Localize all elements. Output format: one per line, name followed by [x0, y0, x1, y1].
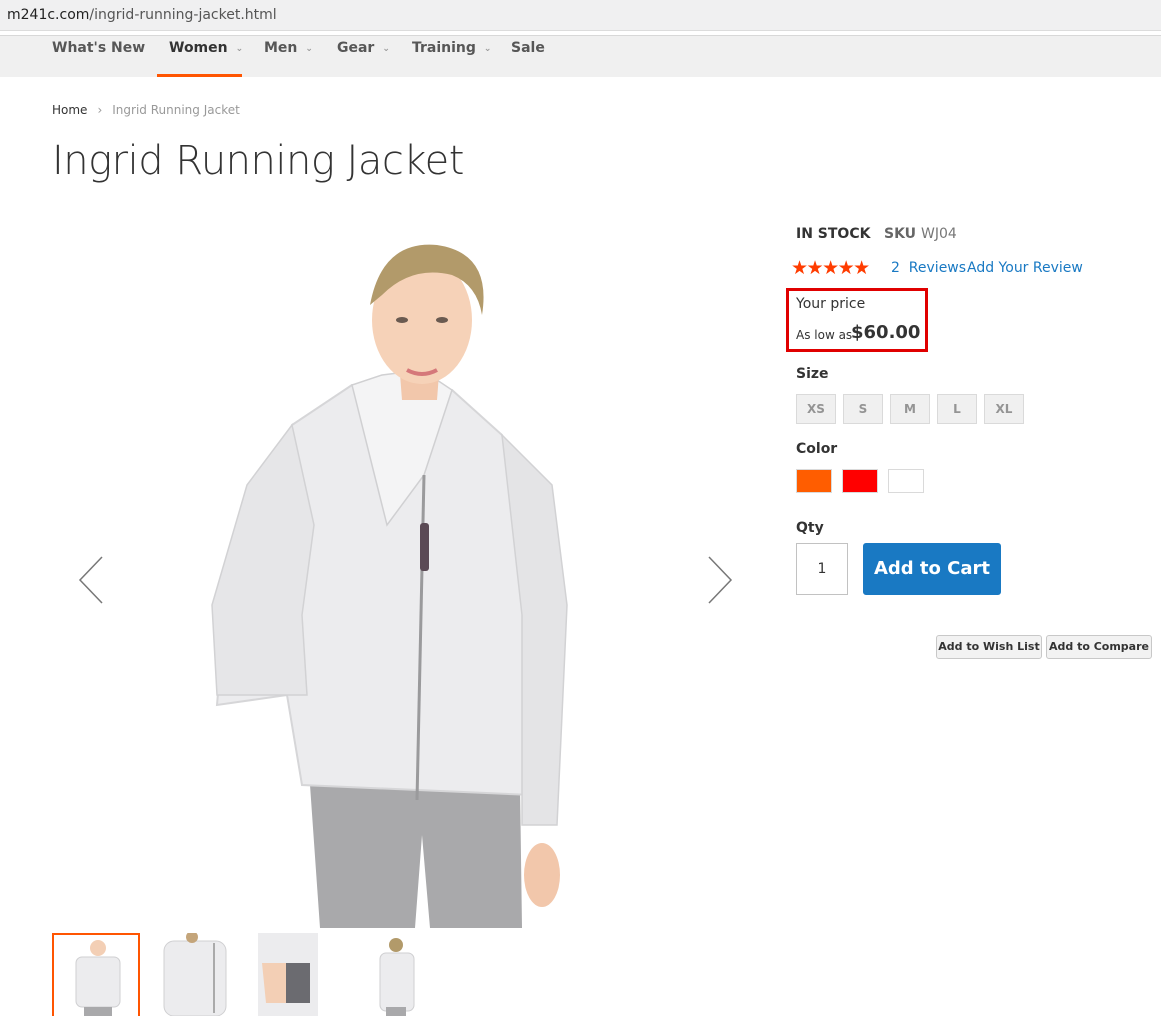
chevron-down-icon: ⌄: [305, 44, 313, 54]
thumbnail-2[interactable]: [152, 933, 240, 1016]
add-to-wishlist-button[interactable]: Add to Wish List: [936, 635, 1042, 659]
color-swatch-white[interactable]: [888, 469, 924, 493]
nav-label: Women: [169, 40, 228, 56]
thumbnail-1[interactable]: [52, 933, 140, 1016]
size-option-l[interactable]: L: [937, 394, 977, 424]
price-low-prefix: As low as: [796, 328, 853, 342]
url-path: /ingrid-running-jacket.html: [89, 7, 277, 23]
breadcrumb-home-link[interactable]: Home: [52, 103, 87, 117]
address-bar[interactable]: m241c.com/ingrid-running-jacket.html: [0, 0, 1161, 31]
qty-input[interactable]: [796, 543, 848, 595]
product-main-image[interactable]: [52, 225, 757, 928]
size-option-m[interactable]: M: [890, 394, 930, 424]
nav-item-gear[interactable]: Gear ⌄: [337, 40, 390, 56]
stock-status: IN STOCK: [796, 226, 871, 242]
add-to-cart-button[interactable]: Add to Cart: [863, 543, 1001, 595]
nav-label: Training: [412, 40, 476, 56]
size-option-s[interactable]: S: [843, 394, 883, 424]
next-image-button[interactable]: [697, 555, 737, 605]
price-label: Your price: [796, 296, 866, 312]
nav-label: Gear: [337, 40, 375, 56]
thumbnail-image: [75, 940, 121, 1016]
color-swatch-orange[interactable]: [796, 469, 832, 493]
main-navigation: What's New Women ⌄ Men ⌄ Gear ⌄ Training ⌄ S…: [0, 35, 1161, 77]
nav-item-whats-new[interactable]: What's New: [52, 40, 145, 56]
thumbnail-image: [258, 933, 318, 1016]
previous-image-button[interactable]: [74, 555, 114, 605]
active-nav-indicator: [157, 74, 242, 77]
nav-label: Sale: [511, 40, 545, 56]
color-swatch-red[interactable]: [842, 469, 878, 493]
nav-item-training[interactable]: Training ⌄: [412, 40, 491, 56]
size-option-xs[interactable]: XS: [796, 394, 836, 424]
url-host: m241c.com: [7, 7, 90, 23]
thumbnail-3[interactable]: [252, 933, 340, 1016]
nav-label: Men: [264, 40, 298, 56]
price-value: $60.00: [851, 322, 921, 343]
sku-label: SKU: [884, 226, 917, 242]
color-label: Color: [796, 441, 838, 457]
nav-item-women[interactable]: Women ⌄: [169, 40, 243, 56]
reviews-link[interactable]: 2 Reviews: [891, 260, 966, 276]
breadcrumb: Home › Ingrid Running Jacket: [52, 103, 240, 117]
nav-item-men[interactable]: Men ⌄: [264, 40, 313, 56]
chevron-left-icon: [78, 556, 103, 604]
page-title: Ingrid Running Jacket: [52, 138, 464, 184]
thumbnail-image: [379, 938, 415, 1016]
size-option-xl[interactable]: XL: [984, 394, 1024, 424]
chevron-right-icon: ›: [97, 103, 103, 117]
nav-item-sale[interactable]: Sale: [511, 40, 545, 56]
star-rating[interactable]: ★★★★★: [791, 257, 870, 280]
model-jacket-image: [211, 244, 568, 928]
add-review-link[interactable]: Add Your Review: [967, 260, 1083, 276]
url-text[interactable]: m241c.com/ingrid-running-jacket.html: [7, 7, 277, 23]
chevron-down-icon: ⌄: [382, 44, 390, 54]
add-to-compare-button[interactable]: Add to Compare: [1046, 635, 1152, 659]
breadcrumb-current: Ingrid Running Jacket: [112, 103, 240, 117]
sku-value: WJ04: [921, 226, 957, 242]
thumbnail-4[interactable]: [352, 933, 440, 1016]
chevron-down-icon: ⌄: [235, 44, 244, 54]
size-label: Size: [796, 366, 829, 382]
qty-label: Qty: [796, 520, 824, 536]
chevron-right-icon: [708, 556, 733, 604]
thumbnail-image: [163, 933, 227, 1016]
chevron-down-icon: ⌄: [483, 44, 492, 54]
nav-label: What's New: [52, 40, 146, 56]
